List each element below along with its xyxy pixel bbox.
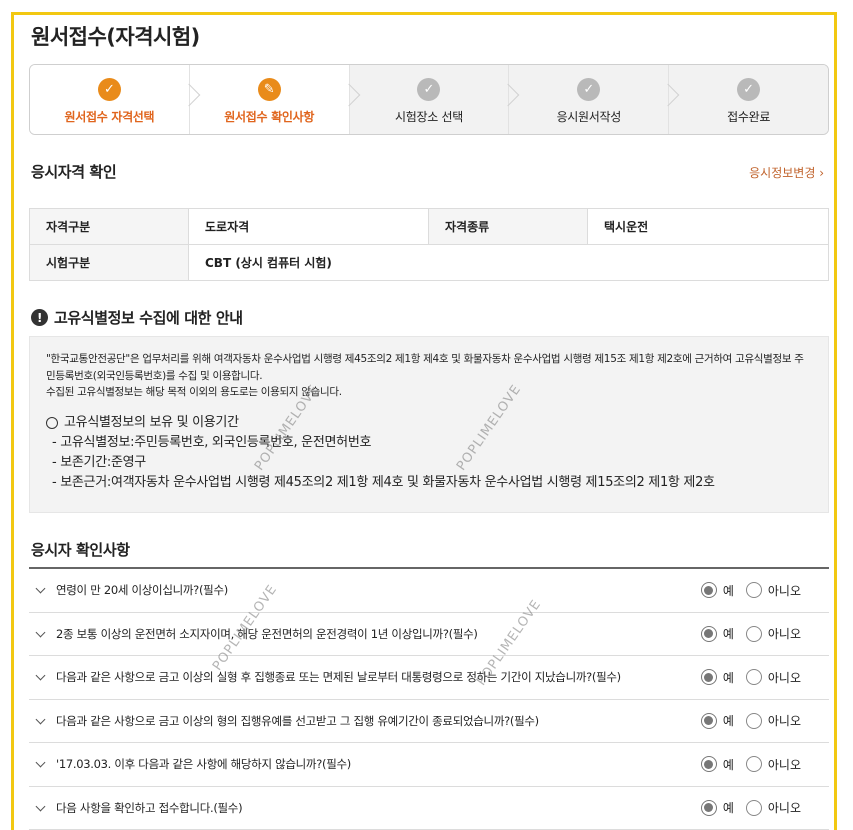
question-text: 다음과 같은 사항으로 금고 이상의 실형 후 집행종료 또는 면제된 날로부터… (56, 670, 621, 685)
radio-no-label: 아니오 (767, 627, 801, 642)
retention-line: - 보존기간:준영구 (52, 454, 146, 470)
radio-yes-label: 예 (722, 670, 734, 685)
confirm-item[interactable]: '17.03.03. 이후 다음과 같은 사항에 해당하지 않습니까?(필수) … (29, 743, 829, 787)
radio-yes[interactable] (700, 625, 717, 642)
pencil-icon: ✎ (257, 78, 281, 101)
notice-paragraph: "한국교통안전공단"은 업무처리를 위해 여객자동차 운수사업법 시행령 제45… (46, 353, 804, 382)
step-label: 시험장소 선택 (395, 110, 463, 124)
radio-no[interactable] (745, 582, 762, 599)
chevron-down-icon[interactable] (35, 757, 46, 768)
confirm-item[interactable]: 2종 보통 이상의 운전면허 소지자이며, 해당 운전면허의 운전경력이 1년 … (29, 613, 829, 656)
radio-no[interactable] (745, 625, 762, 642)
radio-group: 예 아니오 (700, 582, 813, 599)
radio-no[interactable] (745, 799, 762, 816)
change-info-link[interactable]: 응시정보변경 › (749, 164, 824, 181)
radio-yes-label: 예 (722, 757, 734, 772)
radio-no-label: 아니오 (767, 757, 801, 772)
content-frame: 원서접수(자격시험) ✓ 원서접수 자격선택 ✎ 원서접수 확인사항 ✓ 시험장… (11, 12, 837, 830)
radio-yes[interactable] (700, 582, 717, 599)
table-row: 시험구분 CBT (상시 컴퓨터 시험) (29, 244, 829, 281)
step-label: 응시원서작성 (556, 110, 622, 124)
confirm-item[interactable]: 다음과 같은 사항으로 금고 이상의 형의 집행유예를 선고받고 그 집행 유예… (29, 700, 829, 743)
step-application-form: ✓ 응시원서작성 (508, 65, 680, 134)
table-value-cell: 도로자격 (188, 208, 429, 245)
table-row: 자격구분 도로자격 자격종류 택시운전 (29, 208, 829, 245)
retention-line: - 보존근거:여객자동차 운수사업법 시행령 제45조의2 제1항 제4호 및 … (52, 474, 715, 490)
radio-yes[interactable] (700, 669, 717, 686)
notice-box: "한국교통안전공단"은 업무처리를 위해 여객자동차 운수사업법 시행령 제45… (29, 336, 829, 513)
qualification-section-title: 응시자격 확인 (31, 163, 117, 181)
radio-no-label: 아니오 (767, 670, 801, 685)
retention-title: 고유식별정보의 보유 및 이용기간 (64, 414, 239, 430)
radio-group: 예 아니오 (700, 756, 813, 773)
progress-stepper: ✓ 원서접수 자격선택 ✎ 원서접수 확인사항 ✓ 시험장소 선택 ✓ 응시원서… (29, 64, 829, 135)
question-text: '17.03.03. 이후 다음과 같은 사항에 해당하지 않습니까?(필수) (56, 757, 351, 772)
radio-group: 예 아니오 (700, 799, 813, 816)
step-label: 원서접수 자격선택 (64, 110, 155, 124)
chevron-down-icon[interactable] (35, 801, 46, 812)
radio-no-label: 아니오 (767, 801, 801, 816)
radio-no-label: 아니오 (767, 714, 801, 729)
radio-yes[interactable] (700, 712, 717, 729)
page-title: 원서접수(자격시험) (31, 25, 200, 49)
check-icon: ✓ (97, 78, 121, 101)
confirm-section-title: 응시자 확인사항 (31, 541, 130, 559)
confirm-item[interactable]: 연령이 만 20세 이상이십니까?(필수) 예 아니오 (29, 569, 829, 613)
question-text: 연령이 만 20세 이상이십니까?(필수) (56, 583, 228, 598)
radio-no[interactable] (745, 756, 762, 773)
qualification-table: 자격구분 도로자격 자격종류 택시운전 시험구분 CBT (상시 컴퓨터 시험) (29, 208, 829, 281)
radio-yes[interactable] (700, 799, 717, 816)
check-icon: ✓ (737, 78, 761, 101)
radio-yes-label: 예 (722, 801, 734, 816)
radio-group: 예 아니오 (700, 669, 813, 686)
confirm-item[interactable]: 다음 사항을 확인하고 접수합니다.(필수) 예 아니오 (29, 787, 829, 830)
step-confirm-items: ✎ 원서접수 확인사항 (188, 65, 360, 134)
question-text: 다음 사항을 확인하고 접수합니다.(필수) (56, 800, 243, 815)
radio-yes-label: 예 (722, 627, 734, 642)
check-icon: ✓ (417, 78, 441, 101)
chevron-down-icon[interactable] (35, 670, 46, 681)
notice-heading: ! 고유식별정보 수집에 대한 안내 (31, 307, 243, 328)
circle-bullet-icon (46, 416, 58, 429)
chevron-down-icon[interactable] (35, 583, 46, 594)
confirm-list: 연령이 만 20세 이상이십니까?(필수) 예 아니오 2종 보통 이상의 운전… (29, 567, 829, 830)
notice-title: 고유식별정보 수집에 대한 안내 (54, 309, 243, 327)
retention-line: - 고유식별정보:주민등록번호, 외국인등록번호, 운전면허번호 (52, 434, 372, 450)
step-label: 접수완료 (727, 110, 771, 124)
chevron-down-icon[interactable] (35, 714, 46, 725)
radio-yes[interactable] (700, 756, 717, 773)
exclamation-icon: ! (31, 309, 48, 326)
chevron-down-icon[interactable] (35, 627, 46, 638)
confirm-item[interactable]: 다음과 같은 사항으로 금고 이상의 실형 후 집행종료 또는 면제된 날로부터… (29, 656, 829, 700)
radio-no[interactable] (745, 669, 762, 686)
notice-paragraph: 수집된 고유식별정보는 해당 목적 이외의 용도로는 이용되지 않습니다. (46, 386, 342, 398)
table-header-cell: 시험구분 (29, 244, 189, 281)
radio-group: 예 아니오 (700, 712, 813, 729)
check-icon: ✓ (577, 78, 601, 101)
radio-yes-label: 예 (722, 714, 734, 729)
step-exam-location: ✓ 시험장소 선택 (348, 65, 520, 134)
radio-yes-label: 예 (722, 583, 734, 598)
question-text: 다음과 같은 사항으로 금고 이상의 형의 집행유예를 선고받고 그 집행 유예… (56, 713, 539, 728)
table-value-cell: CBT (상시 컴퓨터 시험) (188, 244, 829, 281)
step-qualification-select: ✓ 원서접수 자격선택 (30, 65, 201, 134)
table-value-cell: 택시운전 (587, 208, 829, 245)
retention-heading: 고유식별정보의 보유 및 이용기간 (46, 413, 812, 433)
radio-no-label: 아니오 (767, 583, 801, 598)
question-text: 2종 보통 이상의 운전면허 소지자이며, 해당 운전면허의 운전경력이 1년 … (56, 626, 478, 641)
step-label: 원서접수 확인사항 (224, 110, 315, 124)
radio-no[interactable] (745, 712, 762, 729)
table-header-cell: 자격구분 (29, 208, 189, 245)
table-header-cell: 자격종류 (428, 208, 588, 245)
radio-group: 예 아니오 (700, 625, 813, 642)
step-complete: ✓ 접수완료 (668, 65, 828, 134)
